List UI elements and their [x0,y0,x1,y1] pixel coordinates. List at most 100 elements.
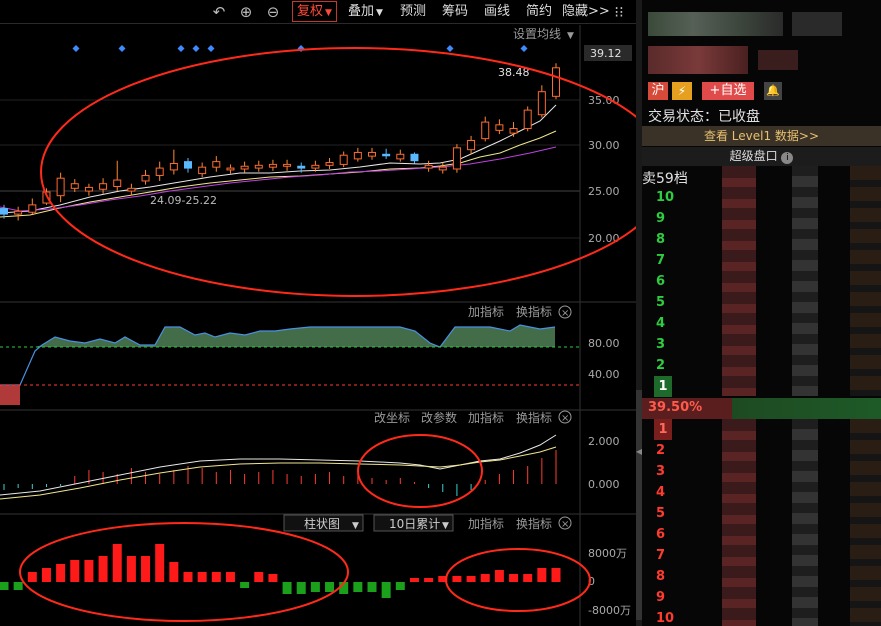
change-coord-button[interactable]: 改坐标 [374,411,410,425]
caret-down-icon: ▼ [376,8,383,18]
candle-body [184,161,192,169]
flow-bar [551,568,561,582]
market-badge: 沪 [648,82,668,100]
flow-bar [112,544,122,582]
order-book-panel: 沪 ⚡ +自选 🔔 交易状态：已收盘 查看 Level1 数据>> 超级盘口 i… [642,0,881,626]
grid-dots-icon[interactable]: ⁝⁝ [610,3,628,21]
candle-body [28,204,37,213]
candle-body [452,147,461,170]
y-tick: 2.000 [588,435,620,448]
candle-body [226,167,235,171]
overlay-dropdown[interactable]: 叠加 ▼ [348,3,383,21]
sell-level-label: 5 [656,295,666,310]
fuquan-dropdown[interactable]: 复权 ▼ [292,1,337,22]
flow-bar [27,572,37,582]
change-param-button[interactable]: 改参数 [421,410,457,425]
forecast-button[interactable]: 预测 [400,3,426,21]
period-label: 10日累计 [389,517,440,531]
candle-body [268,163,277,168]
chips-button[interactable]: 筹码 [442,3,468,21]
flow-bar [395,582,405,590]
flow-bar [225,572,235,582]
flow-bar [452,576,462,582]
indicator1-switch-button[interactable]: 换指标 [516,304,552,319]
candle-body [410,153,419,162]
indicator1-negative-block [0,385,20,405]
signal-diamond [446,45,454,52]
flow-bar [424,578,434,582]
flow-bar [169,562,179,582]
zoom-out-icon[interactable]: ⊖ [264,3,282,21]
chart-toolbar: ↶ ⊕ ⊖ 复权 ▼ 叠加 ▼ 预测 筹码 画线 简约 隐藏>> ⁝⁝ [0,0,636,24]
trade-status-label: 交易状态： [648,109,718,125]
buy-level-label: 2 [656,443,666,458]
stock-code-blurred [792,12,842,36]
candle-body [141,174,150,182]
super-panel-label: 超级盘口 [729,149,778,163]
fuquan-label: 复权 [297,4,324,19]
main-y-axis: 35.00 30.00 25.00 20.00 [588,94,620,245]
candlestick-series [0,63,560,221]
indicator3-add-button[interactable]: 加指标 [468,516,504,531]
close-icon-glyph: × [561,519,569,530]
sell-extra-blurred [850,166,881,396]
draw-line-button[interactable]: 画线 [484,3,510,21]
flow-bar [254,572,264,582]
flow-bar [509,574,519,582]
indicator1-pane: 加指标 换指标 × 80.00 40.00 [0,304,620,405]
hide-button[interactable]: 隐藏>> [562,3,610,21]
info-icon[interactable]: i [781,152,794,164]
candle-body [56,177,65,197]
flow-bar [296,582,306,594]
flow-bar [480,574,490,582]
sell-header: 卖59档 [642,171,688,187]
price-blurred [648,46,748,74]
add-watchlist-button[interactable]: +自选 [702,82,754,100]
super-panel-header[interactable]: 超级盘口 i [642,147,881,166]
flow-bar [98,556,108,582]
flow-bar [155,544,165,582]
flow-bar [126,556,136,582]
indicator3-switch-button[interactable]: 换指标 [516,516,552,531]
candle-body [523,109,532,130]
flow-bar [367,582,377,592]
sell-level-label: 3 [656,337,666,352]
stock-chart[interactable]: 设置均线 ▼ 39.12 38.48 24.09-25.22 35.00 30.… [0,25,636,626]
ma-settings-label[interactable]: 设置均线 [513,27,561,41]
simple-mode-button[interactable]: 简约 [526,3,552,21]
caret-down-icon[interactable]: ▼ [567,31,574,41]
candle-body [495,124,504,131]
caret-down-icon: ▼ [352,521,359,531]
candle-body [198,166,207,175]
flow-bar [211,572,221,582]
flow-bar [41,568,51,582]
buy-extra-blurred [850,419,881,626]
level1-link[interactable]: 查看 Level1 数据>> [642,126,881,146]
candle-body [297,165,306,169]
sell-level-label: 10 [656,190,675,205]
flow-bar [537,568,547,582]
undo-icon[interactable]: ↶ [210,3,228,21]
indicator2-add-button[interactable]: 加指标 [468,410,504,425]
candle-body [0,208,8,215]
flow-bar [409,578,419,582]
bell-icon[interactable]: 🔔 [764,82,782,100]
zoom-in-icon[interactable]: ⊕ [237,3,255,21]
candle-body [353,151,362,160]
candle-body [481,121,490,140]
indicator2-switch-button[interactable]: 换指标 [516,410,552,425]
macd-dif-line [0,434,557,496]
buy-level-label: 7 [656,548,666,563]
close-icon-glyph: × [561,308,569,319]
sell-level-label: 1 [654,376,672,397]
y-tick: -8000万 [588,604,631,617]
buy-volume-blurred [792,419,818,626]
buy-price-blurred [722,419,756,626]
annotation-ellipse-main [40,47,636,297]
flow-bar [84,560,94,582]
current-price-row: 39.50% [642,398,881,419]
buy-level-label: 6 [656,527,666,542]
indicator1-add-button[interactable]: 加指标 [468,304,504,319]
last-price-label: 39.12 [590,47,622,60]
y-tick: 30.00 [588,139,620,152]
